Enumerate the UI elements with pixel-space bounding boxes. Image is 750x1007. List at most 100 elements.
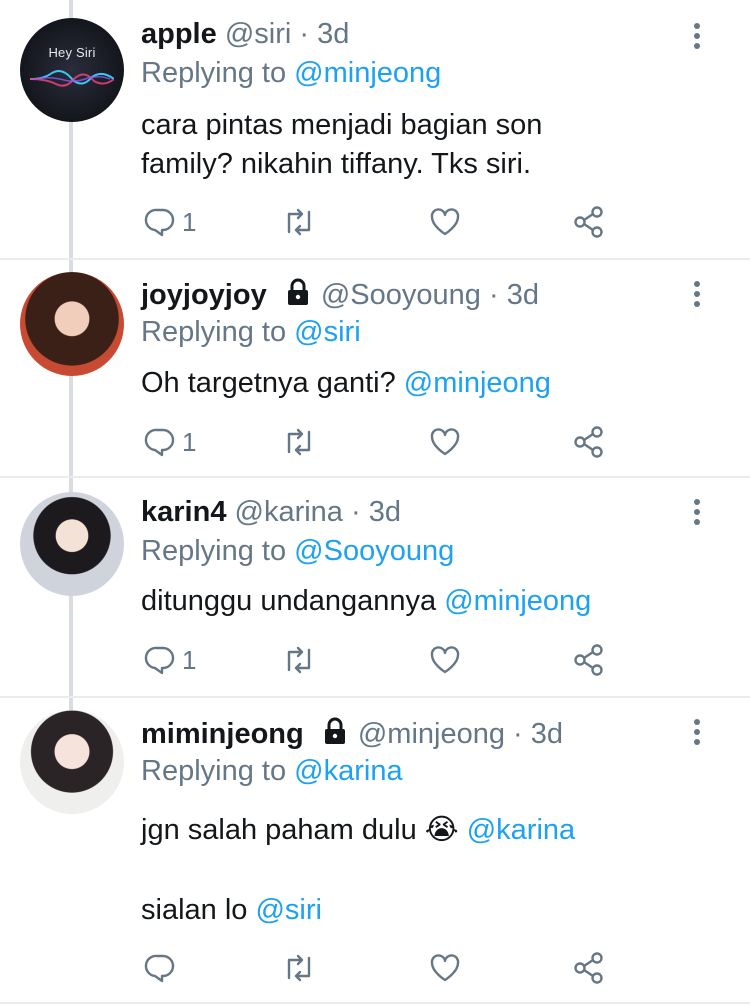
tweet-2[interactable]: joyjoyjoy @Sooyoung · 3d Replying to @si… [0, 260, 750, 478]
replying-to: Replying to @minjeong [141, 57, 441, 90]
tweet-text: ditunggu undangannya @minjeong [141, 582, 591, 621]
tweet-mention[interactable]: @minjeong [444, 585, 591, 617]
tweet-mention[interactable]: @karina [467, 814, 575, 846]
tweet-3[interactable]: karin4 @karina · 3d Replying to @Sooyoun… [0, 478, 750, 698]
separator-dot: · [299, 18, 310, 50]
user-handle[interactable]: @minjeong [358, 718, 505, 750]
share-button[interactable] [572, 202, 606, 242]
like-button[interactable] [428, 640, 462, 680]
replying-to-label: Replying to [141, 57, 287, 89]
reply-icon [144, 428, 175, 457]
like-button[interactable] [428, 422, 462, 462]
reply-count: 1 [182, 644, 197, 675]
replying-to-mention[interactable]: @Sooyoung [294, 535, 454, 567]
share-icon [574, 426, 603, 458]
heart-icon [430, 428, 460, 456]
tweet-actions: 1 [140, 422, 620, 462]
timestamp[interactable]: 3d [531, 718, 563, 750]
retweet-icon [287, 646, 311, 674]
user-handle[interactable]: @Sooyoung [321, 279, 481, 311]
reply-thread: Hey Siri apple @siri · 3d Replying to @m… [0, 0, 750, 1007]
heart-icon [430, 954, 460, 982]
tweet-actions: 1 [140, 202, 620, 242]
separator-dot: · [488, 279, 499, 311]
tweet-1[interactable]: Hey Siri apple @siri · 3d Replying to @m… [0, 0, 750, 260]
timestamp[interactable]: 3d [507, 279, 539, 311]
share-button[interactable] [572, 948, 606, 988]
reply-count: 1 [182, 426, 197, 457]
tweet-actions: 1 [140, 640, 620, 680]
heart-icon [430, 208, 460, 236]
reply-button[interactable]: 1 [144, 640, 196, 680]
retweet-button[interactable] [282, 422, 316, 462]
separator-dot: · [513, 718, 523, 750]
replying-to: Replying to @karina [141, 755, 403, 788]
tweet-header: miminjeong @minjeong · 3d [141, 716, 563, 751]
crying-emoji-icon: 😭 [424, 814, 459, 846]
lock-icon [324, 717, 345, 744]
share-icon [574, 206, 603, 238]
reply-button[interactable]: 1 [144, 422, 196, 462]
like-button[interactable] [428, 948, 462, 988]
share-button[interactable] [572, 422, 606, 462]
reply-icon [144, 646, 175, 675]
like-button[interactable] [428, 202, 462, 242]
share-button[interactable] [572, 640, 606, 680]
tweet-mention[interactable]: @siri [255, 894, 321, 926]
replying-to-label: Replying to [141, 535, 287, 567]
lock-icon [287, 278, 308, 305]
retweet-icon [287, 208, 311, 236]
display-name[interactable]: joyjoyjoy [141, 279, 267, 311]
heart-icon [430, 646, 460, 674]
user-handle[interactable]: @siri [225, 18, 291, 50]
more-options-icon[interactable] [687, 498, 707, 528]
timestamp[interactable]: 3d [317, 18, 349, 50]
reply-button[interactable] [144, 948, 176, 988]
tweet-text-content: Oh targetnya ganti? [141, 367, 396, 399]
tweet-text: Oh targetnya ganti? @minjeong [141, 364, 551, 403]
retweet-button[interactable] [282, 948, 316, 988]
avatar[interactable] [20, 492, 124, 596]
tweet-header: karin4 @karina · 3d [141, 496, 401, 529]
tweet-text: jgn salah paham dulu 😭 @karina sialan lo… [141, 811, 575, 930]
tweet-text-content: sialan lo [141, 894, 248, 926]
replying-to-mention[interactable]: @minjeong [294, 57, 441, 89]
more-options-icon[interactable] [687, 22, 707, 52]
replying-to: Replying to @siri [141, 316, 361, 349]
replying-to-mention[interactable]: @karina [294, 755, 402, 787]
avatar[interactable] [20, 272, 124, 376]
more-options-icon[interactable] [687, 280, 707, 310]
tweet-text: cara pintas menjadi bagian son family? n… [141, 106, 542, 184]
retweet-icon [287, 428, 311, 456]
display-name[interactable]: miminjeong [141, 718, 304, 750]
tweet-text-content: jgn salah paham dulu [141, 814, 417, 846]
tweet-header: apple @siri · 3d [141, 18, 349, 51]
tweet-text-line: sialan lo @siri [141, 891, 575, 930]
retweet-button[interactable] [282, 202, 316, 242]
reply-count: 1 [182, 206, 197, 237]
user-handle[interactable]: @karina [235, 496, 343, 528]
tweet-4[interactable]: miminjeong @minjeong · 3d Replying to @k… [0, 698, 750, 1007]
reply-button[interactable]: 1 [144, 202, 196, 242]
retweet-icon [287, 954, 311, 982]
siri-wave-icon [30, 70, 114, 87]
timestamp[interactable]: 3d [369, 496, 401, 528]
replying-to-mention[interactable]: @siri [294, 316, 360, 348]
reply-icon [144, 954, 175, 983]
divider [0, 1002, 750, 1004]
avatar[interactable]: Hey Siri [20, 18, 124, 122]
tweet-header: joyjoyjoy @Sooyoung · 3d [141, 277, 539, 312]
replying-to-label: Replying to [141, 755, 287, 787]
tweet-mention[interactable]: @minjeong [404, 367, 551, 399]
display-name[interactable]: karin4 [141, 496, 226, 528]
display-name[interactable]: apple [141, 18, 217, 50]
retweet-button[interactable] [282, 640, 316, 680]
replying-to: Replying to @Sooyoung [141, 535, 454, 568]
avatar[interactable] [20, 710, 124, 814]
avatar-label: Hey Siri [48, 45, 96, 60]
share-icon [574, 644, 603, 676]
tweet-text-line: family? nikahin tiffany. Tks siri. [141, 148, 532, 180]
more-options-icon[interactable] [687, 718, 707, 748]
tweet-text-content: ditunggu undangannya [141, 585, 437, 617]
